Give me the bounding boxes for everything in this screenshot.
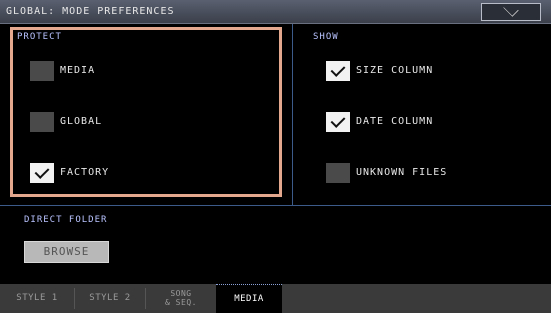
tab-style-1[interactable]: STYLE 1 xyxy=(0,284,74,313)
show-unknown-files-label: UNKNOWN FILES xyxy=(356,167,448,178)
protect-global-label: GLOBAL xyxy=(60,116,103,127)
tab-bar: STYLE 1 STYLE 2 SONG & SEQ. MEDIA xyxy=(0,284,551,313)
chevron-down-icon xyxy=(503,1,519,17)
title-bar: GLOBAL: MODE PREFERENCES xyxy=(0,0,551,24)
protect-media-label: MEDIA xyxy=(60,65,96,76)
protect-label: PROTECT xyxy=(17,32,62,42)
show-label: SHOW xyxy=(313,32,339,42)
tab-style-2[interactable]: STYLE 2 xyxy=(75,284,145,313)
protect-factory-checkbox[interactable] xyxy=(30,163,54,183)
show-size-column-checkbox[interactable] xyxy=(326,61,350,81)
show-unknown-files-checkbox[interactable] xyxy=(326,163,350,183)
browse-button[interactable]: BROWSE xyxy=(24,241,109,263)
page-menu-button[interactable] xyxy=(481,1,541,21)
tab-song-line1: SONG xyxy=(170,289,192,298)
tab-song-and-seq[interactable]: SONG & SEQ. xyxy=(146,284,216,313)
tab-media[interactable]: MEDIA xyxy=(216,284,282,313)
section-divider-vertical xyxy=(292,24,293,205)
protect-media-checkbox[interactable] xyxy=(30,61,54,81)
page-title: GLOBAL: MODE PREFERENCES xyxy=(6,6,175,17)
show-date-column-checkbox[interactable] xyxy=(326,112,350,132)
protect-factory-label: FACTORY xyxy=(60,167,110,178)
protect-global-checkbox[interactable] xyxy=(30,112,54,132)
direct-folder-label: DIRECT FOLDER xyxy=(24,215,108,225)
show-date-column-label: DATE COLUMN xyxy=(356,116,434,127)
tab-song-line2: & SEQ. xyxy=(165,298,197,307)
show-size-column-label: SIZE COLUMN xyxy=(356,65,434,76)
section-divider-horizontal xyxy=(0,205,551,206)
